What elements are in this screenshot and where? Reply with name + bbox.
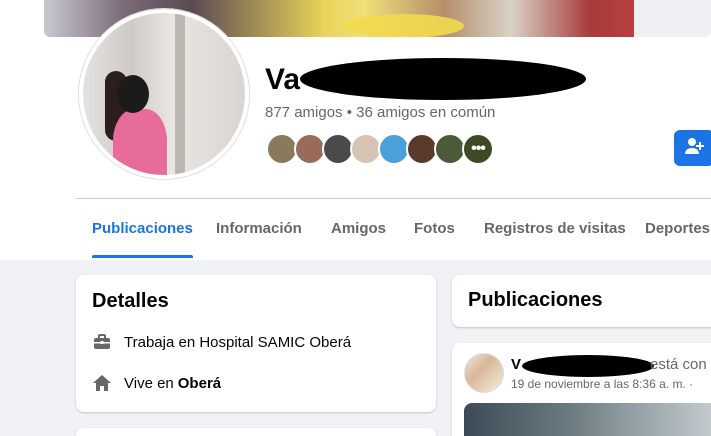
lives-row: Vive en Oberá bbox=[92, 371, 221, 395]
home-icon bbox=[92, 373, 112, 393]
profile-name: Va bbox=[265, 60, 300, 100]
details-card: Detalles Trabaja en Hospital SAMIC Oberá… bbox=[76, 275, 436, 412]
profile-avatar[interactable] bbox=[79, 9, 249, 179]
posts-header-card: Publicaciones bbox=[452, 275, 711, 327]
profile-header: Va 877 amigos • 36 amigos en común ••• P… bbox=[0, 0, 711, 260]
lives-city-link[interactable]: Oberá bbox=[178, 375, 221, 392]
add-friend-icon bbox=[684, 136, 704, 161]
tab-amigos[interactable]: Amigos bbox=[331, 200, 386, 258]
add-friend-button[interactable] bbox=[674, 130, 711, 166]
name-redaction bbox=[300, 58, 586, 100]
secondary-card bbox=[76, 428, 436, 436]
tab-registros[interactable]: Registros de visitas bbox=[484, 200, 626, 258]
lives-prefix: Vive en bbox=[124, 374, 174, 392]
details-title: Detalles bbox=[92, 290, 169, 312]
work-text: Trabaja en Hospital SAMIC Oberá bbox=[124, 333, 352, 351]
tab-informacion[interactable]: Información bbox=[216, 200, 302, 258]
author-redaction bbox=[522, 355, 654, 377]
tab-fotos[interactable]: Fotos bbox=[414, 200, 455, 258]
tabs-divider bbox=[76, 198, 711, 199]
post-card: V está con 19 de noviembre a las 8:36 a.… bbox=[452, 343, 711, 436]
post-timestamp[interactable]: 19 de noviembre a las 8:36 a. m. · bbox=[511, 377, 693, 391]
post-action-text: está con bbox=[650, 356, 707, 373]
profile-name-text: Va bbox=[265, 63, 301, 96]
post-author-name[interactable]: V bbox=[511, 356, 521, 373]
tab-publicaciones[interactable]: Publicaciones bbox=[92, 200, 193, 258]
work-row: Trabaja en Hospital SAMIC Oberá bbox=[92, 330, 351, 354]
posts-title: Publicaciones bbox=[468, 289, 603, 311]
friends-summary[interactable]: 877 amigos • 36 amigos en común bbox=[265, 104, 495, 121]
more-friends-face[interactable]: ••• bbox=[462, 133, 494, 165]
tab-deportes[interactable]: Deportes bbox=[645, 200, 710, 258]
post-image[interactable] bbox=[464, 403, 711, 436]
post-author-avatar[interactable] bbox=[464, 353, 504, 393]
briefcase-icon bbox=[92, 332, 112, 352]
profile-tabs: Publicaciones Información Amigos Fotos R… bbox=[76, 200, 711, 258]
